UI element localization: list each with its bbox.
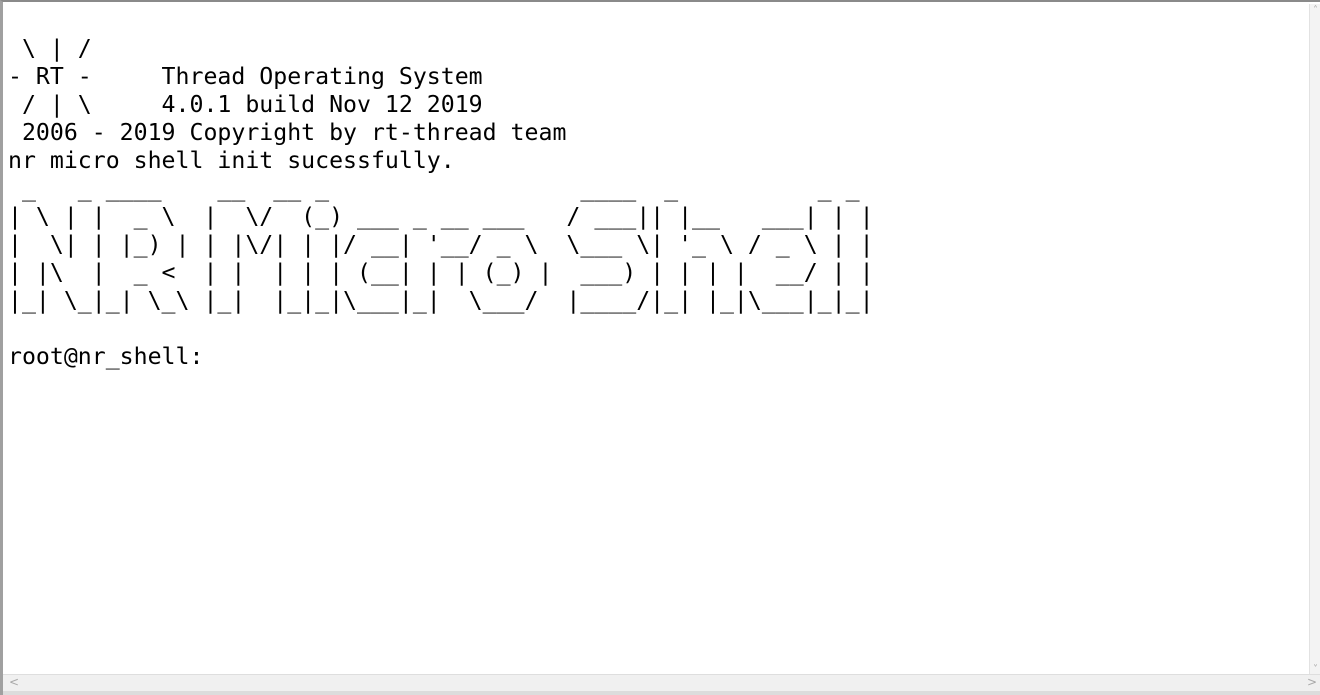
terminal-line-copyright: 2006 - 2019 Copyright by rt-thread team [8, 119, 567, 146]
ascii-banner-line-1: _ _ ____ __ __ _ ____ _ _ _ [8, 175, 874, 202]
terminal-line-init-message: nr micro shell init sucessfully. [8, 147, 455, 174]
ascii-banner-line-5: |_| \_|_| \_\ |_| |_|_|\___|_| \___/ |__… [8, 287, 874, 314]
terminal-line-logo-top: \ | / [8, 35, 92, 62]
status-strip [3, 691, 1320, 695]
terminal-line-os-name: - RT - Thread Operating System [8, 63, 483, 90]
scroll-left-arrow-icon[interactable]: < [9, 676, 19, 688]
ascii-banner-line-2: | \ | | _ \ | \/ (_) ___ _ __ ___ / ___|… [8, 203, 874, 230]
horizontal-scrollbar[interactable]: < > [3, 674, 1320, 691]
terminal-screen[interactable]: \ | / - RT - Thread Operating System / | … [6, 4, 1313, 677]
terminal-line-version: / | \ 4.0.1 build Nov 12 2019 [8, 91, 483, 118]
ascii-banner-line-4: | |\ | _ < | | | | | (__| | | (_) | ___)… [8, 259, 874, 286]
shell-prompt[interactable]: root@nr_shell: [8, 343, 874, 371]
vertical-scrollbar[interactable]: ˄ ˅ [1309, 4, 1320, 677]
terminal-window: \ | / - RT - Thread Operating System / | … [0, 0, 1320, 695]
scroll-up-arrow-icon[interactable]: ˄ [1311, 6, 1320, 16]
scroll-right-arrow-icon[interactable]: > [1307, 676, 1317, 688]
ascii-banner-line-3: | \| | |_) | | |\/| | |/ __| '__/ _ \ \_… [8, 231, 874, 258]
terminal-output: \ | / - RT - Thread Operating System / | … [8, 35, 874, 371]
